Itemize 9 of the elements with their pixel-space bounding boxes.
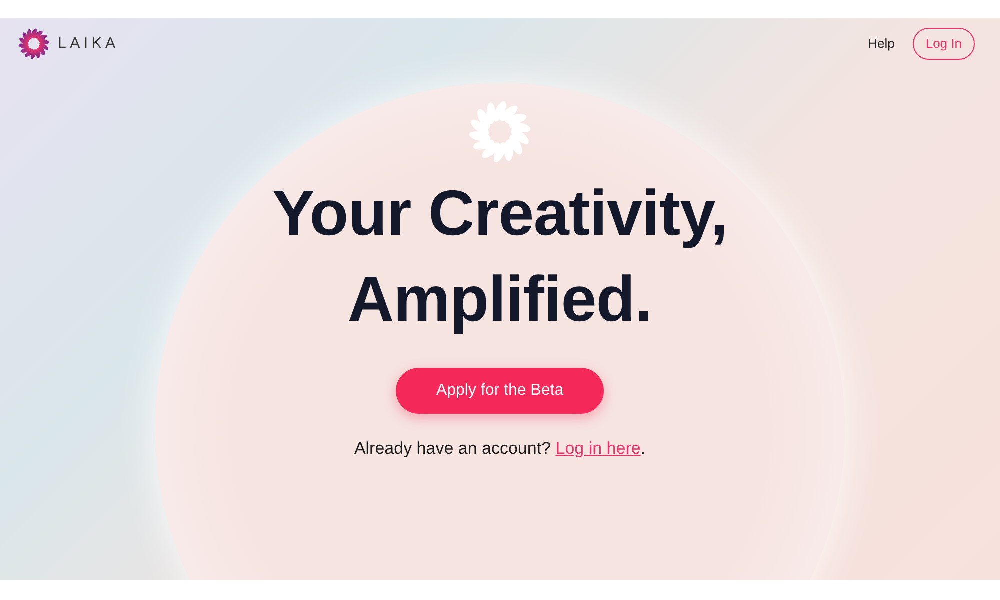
brand-name: LAIKA xyxy=(58,34,120,54)
apply-button[interactable]: Apply for the Beta xyxy=(396,368,604,414)
login-link[interactable]: Log in here xyxy=(556,439,641,458)
flower-icon xyxy=(468,100,532,164)
hero-title: Your Creativity, Amplified. xyxy=(272,176,728,337)
login-prompt: Already have an account? Log in here. xyxy=(354,438,646,460)
login-button[interactable]: Log In xyxy=(912,28,975,60)
logo-icon xyxy=(18,28,50,60)
help-link[interactable]: Help xyxy=(866,34,897,54)
